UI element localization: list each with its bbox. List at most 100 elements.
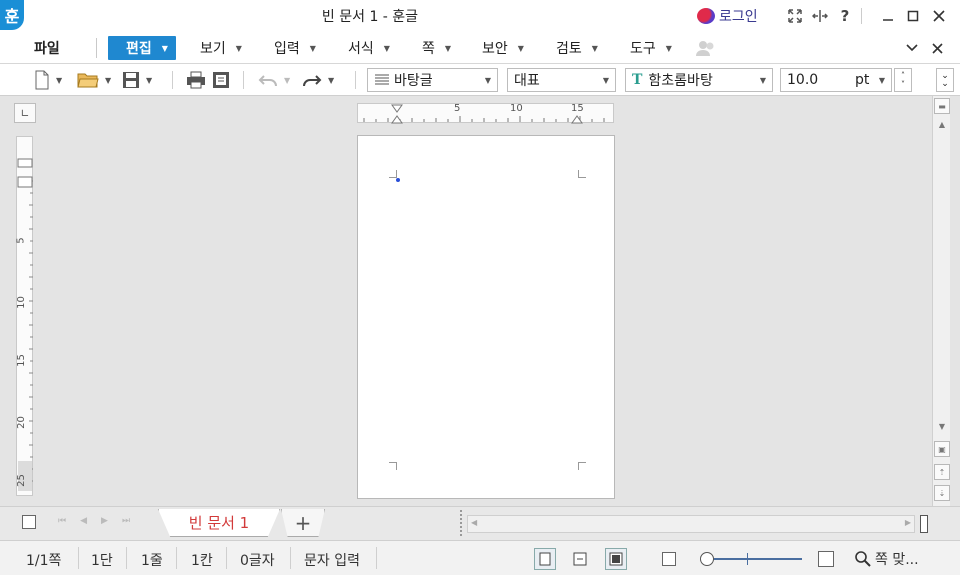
status-separator — [290, 547, 291, 569]
menu-security[interactable]: 보안 ▼ — [482, 36, 524, 60]
menu-page[interactable]: 쪽 ▼ — [422, 36, 451, 60]
ruler-v-label-10: 10 — [15, 296, 27, 309]
paragraph-style-combo[interactable]: 바탕글 ▼ — [367, 68, 498, 92]
zoom-fit-button[interactable]: 쪽 맞... — [855, 549, 919, 569]
account-icon — [697, 8, 715, 24]
toolbar-separator — [172, 71, 173, 89]
zoom-slider-track[interactable] — [702, 558, 802, 560]
toolbar: ▼ ▼ ▼ ▼ ▼ 바탕글 ▼ 대표 ▼ T 함초롬바탕 ▼ 10.0 pt ▼… — [0, 64, 960, 96]
tab-list-icon[interactable] — [22, 515, 36, 529]
fullscreen-icon[interactable] — [785, 6, 805, 26]
ruler-v-label-25: 25 — [15, 474, 27, 487]
login-label: 로그인 — [719, 9, 758, 25]
title-bar: 훈 빈 문서 1 - 훈글 로그인 ? — [0, 0, 960, 32]
zoom-slider-thumb[interactable] — [700, 552, 714, 566]
scroll-down-icon[interactable]: ▼ — [934, 418, 950, 434]
next-page-icon[interactable]: ⇣ — [934, 485, 950, 501]
menu-review[interactable]: 검토 ▼ — [556, 36, 598, 60]
menu-separator — [96, 38, 97, 58]
font-size-combo[interactable]: 10.0 pt ▼ — [780, 68, 892, 92]
title-separator — [861, 8, 862, 24]
toolbar-expand-button[interactable]: ⌄ ⌄ — [936, 68, 954, 92]
menu-tools[interactable]: 도구 ▼ — [630, 36, 672, 60]
menu-format[interactable]: 서식 ▼ — [348, 36, 390, 60]
vertical-scrollbar[interactable]: ▬ ▲ ▼ ▣ ⇡ ⇣ — [932, 96, 950, 506]
vertical-ruler-ticks — [17, 158, 33, 491]
folder-icon — [77, 73, 99, 88]
size-up-icon[interactable]: ˄ — [901, 71, 905, 80]
zoom-fit-label: 쪽 맞... — [875, 552, 919, 568]
scroll-right-icon[interactable]: ▶ — [905, 518, 911, 527]
close-document-icon[interactable] — [932, 36, 943, 60]
page-view-icon[interactable]: ▣ — [934, 441, 950, 457]
users-icon[interactable] — [695, 36, 717, 60]
ruler-v-label-5: 5 — [15, 237, 27, 244]
menu-tools-label: 도구 — [630, 41, 656, 57]
horizontal-ruler[interactable]: 5 10 15 — [357, 103, 614, 124]
menu-page-label: 쪽 — [422, 41, 435, 57]
save-button[interactable]: ▼ — [122, 68, 152, 92]
scroll-top-icon[interactable]: ▬ — [934, 98, 950, 114]
language-value: 대표 — [514, 73, 540, 89]
menu-insert[interactable]: 입력 ▼ — [274, 36, 316, 60]
double-chevron-down-icon: ⌄ ⌄ — [941, 71, 949, 89]
tab-document[interactable]: 빈 문서 1 — [158, 509, 280, 537]
collapse-ribbon-icon[interactable] — [906, 36, 918, 60]
open-button[interactable]: ▼ — [77, 68, 111, 92]
maximize-icon[interactable] — [903, 6, 923, 26]
add-tab-button[interactable]: + — [281, 509, 325, 537]
status-separator — [226, 547, 227, 569]
window-title: 빈 문서 1 - 훈글 — [321, 9, 419, 25]
full-view-button[interactable] — [605, 548, 627, 570]
status-page[interactable]: 1/1쪽 — [26, 550, 61, 570]
horizontal-scrollbar[interactable]: ◀ ▶ — [467, 515, 915, 533]
menu-view-label: 보기 — [200, 41, 226, 57]
undo-button[interactable]: ▼ — [258, 68, 290, 92]
width-view-button[interactable] — [569, 548, 591, 570]
margin-corner-bottom-left — [389, 462, 397, 470]
page-view-button[interactable] — [534, 548, 556, 570]
document-workspace: ∟ 5 10 15 5 10 15 20 25 ▬ ▲ ▼ ▣ ⇡ ⇣ — [0, 96, 960, 506]
menu-security-label: 보안 — [482, 41, 508, 57]
font-size-spinner[interactable]: ˄ ˅ — [894, 68, 912, 92]
document-page[interactable] — [357, 135, 615, 499]
tab-type-toggle[interactable]: ∟ — [14, 103, 36, 123]
prev-page-icon[interactable]: ⇡ — [934, 464, 950, 480]
redo-button[interactable]: ▼ — [302, 68, 334, 92]
splitter-handle[interactable] — [460, 510, 462, 536]
status-input-mode[interactable]: 문자 입력 — [304, 550, 360, 570]
size-down-icon[interactable]: ˅ — [901, 80, 905, 89]
zoom-out-icon[interactable] — [662, 552, 676, 566]
close-icon[interactable] — [929, 6, 949, 26]
vertical-ruler[interactable]: 5 10 15 20 25 — [16, 136, 33, 496]
paragraph-style-value: 바탕글 — [394, 73, 433, 89]
full-view-icon — [609, 552, 623, 566]
paragraph-style-icon — [375, 74, 389, 85]
fit-width-icon[interactable] — [810, 6, 830, 26]
scroll-left-icon[interactable]: ◀ — [471, 518, 477, 527]
status-separator — [78, 547, 79, 569]
login-button[interactable]: 로그인 — [697, 6, 758, 26]
zoom-mid-tick — [747, 553, 748, 565]
preview-button[interactable] — [212, 68, 230, 92]
menu-file[interactable]: 파일 — [34, 36, 60, 60]
status-column: 1칸 — [191, 553, 213, 569]
scroll-up-icon[interactable]: ▲ — [934, 116, 950, 132]
tab-nav-icons[interactable]: ⏮◀▶⏭ — [58, 516, 144, 526]
split-view-icon[interactable] — [920, 515, 928, 533]
language-combo[interactable]: 대표 ▼ — [507, 68, 616, 92]
font-combo[interactable]: T 함초롬바탕 ▼ — [625, 68, 773, 92]
minimize-icon[interactable] — [878, 6, 898, 26]
menu-view[interactable]: 보기 ▼ — [200, 36, 242, 60]
redo-icon — [303, 75, 322, 87]
menu-edit[interactable]: 편집 ▼ — [108, 36, 176, 60]
font-type-icon: T — [632, 72, 643, 88]
help-icon[interactable]: ? — [835, 6, 855, 26]
menu-review-label: 검토 — [556, 41, 582, 57]
page-view-icon — [539, 552, 551, 566]
zoom-in-icon[interactable] — [818, 551, 834, 567]
print-icon — [187, 71, 205, 89]
new-document-button[interactable]: ▼ — [34, 68, 62, 92]
print-button[interactable] — [186, 68, 206, 92]
status-separator — [176, 547, 177, 569]
